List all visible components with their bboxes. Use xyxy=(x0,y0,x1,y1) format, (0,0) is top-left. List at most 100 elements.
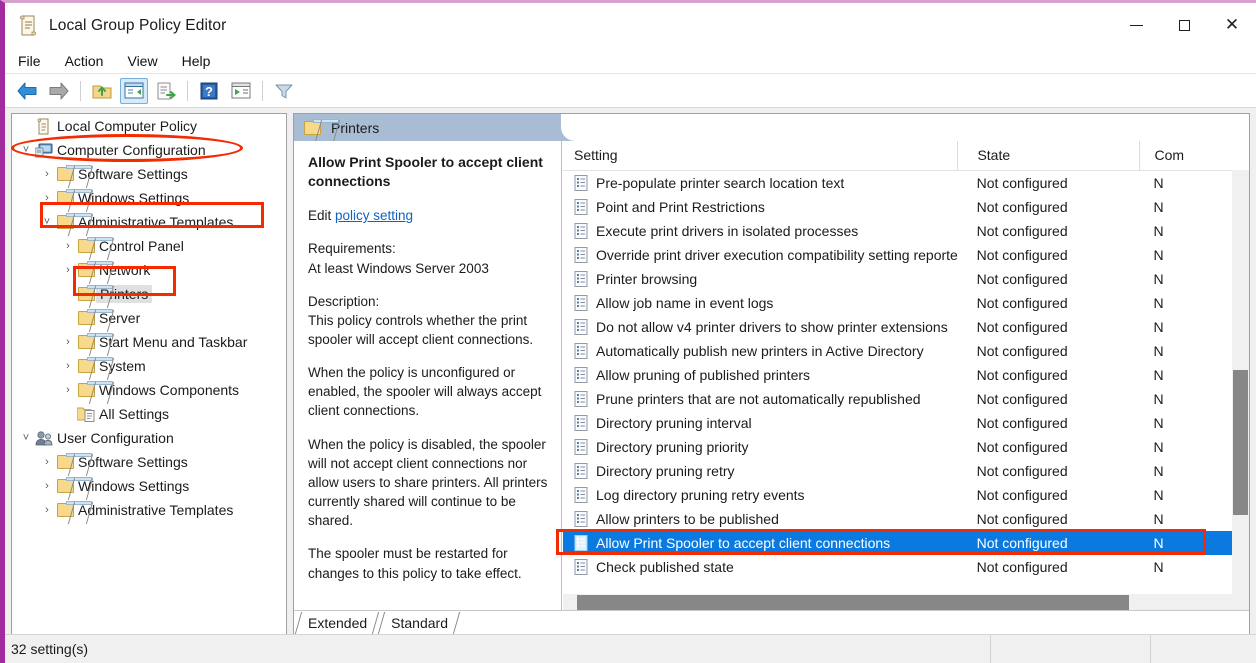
edit-policy-setting-link[interactable]: policy setting xyxy=(335,208,413,223)
chevron-right-icon[interactable]: › xyxy=(39,480,55,492)
policy-document-icon xyxy=(37,118,48,134)
chevron-right-icon[interactable]: › xyxy=(60,336,76,348)
tree-item-administrative-templates[interactable]: › Administrative Templates xyxy=(12,498,286,522)
policy-setting-icon xyxy=(574,439,588,455)
maximize-icon xyxy=(1178,20,1190,31)
results-header: Printers xyxy=(294,114,1249,141)
policy-setting-icon xyxy=(574,439,589,455)
chevron-down-icon[interactable]: ˅ xyxy=(18,432,34,444)
table-row[interactable]: Allow pruning of published printers Not c… xyxy=(563,363,1249,387)
chevron-right-icon[interactable]: › xyxy=(39,456,55,468)
tree-item-user-configuration[interactable]: ˅ User Configuration xyxy=(12,426,286,450)
table-row[interactable]: Do not allow v4 printer drivers to show … xyxy=(563,315,1249,339)
filter-button[interactable] xyxy=(270,78,298,104)
tree-item-network[interactable]: › Network xyxy=(12,258,286,282)
chevron-right-icon[interactable]: › xyxy=(39,192,55,204)
toolbar-separator-2 xyxy=(187,80,188,101)
table-row[interactable]: Printer browsing Not configured N xyxy=(563,267,1249,291)
setting-name: Allow printers to be published xyxy=(596,511,779,527)
chevron-down-icon[interactable]: ˅ xyxy=(18,144,34,156)
table-row[interactable]: Log directory pruning retry events Not co… xyxy=(563,483,1249,507)
cell-state: Not configured xyxy=(976,535,1068,551)
column-header-state[interactable]: State xyxy=(957,141,1139,170)
menu-help[interactable]: Help xyxy=(171,51,222,71)
policy-setting-icon xyxy=(574,319,589,335)
table-row[interactable]: Allow Print Spooler to accept client con… xyxy=(563,531,1249,555)
tree-item-all-settings[interactable]: All Settings xyxy=(12,402,286,426)
table-row[interactable]: Prune printers that are not automaticall… xyxy=(563,387,1249,411)
cell-state: Not configured xyxy=(976,463,1068,479)
vertical-scrollbar[interactable] xyxy=(1232,170,1249,610)
description-block: Description: This policy controls whethe… xyxy=(308,292,549,349)
table-row[interactable]: Allow job name in event logs Not configur… xyxy=(563,291,1249,315)
table-row[interactable]: Execute print drivers in isolated proces… xyxy=(563,219,1249,243)
group-policy-editor-window: Local Group Policy Editor ✕ File Action … xyxy=(0,0,1256,663)
menu-file[interactable]: File xyxy=(7,51,52,71)
table-row[interactable]: Automatically publish new printers in Ac… xyxy=(563,339,1249,363)
table-row[interactable]: Override print driver execution compatib… xyxy=(563,243,1249,267)
up-one-level-button[interactable] xyxy=(88,78,116,104)
tree-item-server[interactable]: Server xyxy=(12,306,286,330)
policy-setting-icon xyxy=(574,247,589,263)
chevron-right-icon[interactable]: › xyxy=(60,240,76,252)
horizontal-scrollbar[interactable] xyxy=(563,594,1249,611)
table-row[interactable]: Pre-populate printer search location tex… xyxy=(563,171,1249,195)
console-tree-pane[interactable]: Local Computer Policy ˅ Computer Configura… xyxy=(11,113,287,635)
chevron-right-icon[interactable]: › xyxy=(60,360,76,372)
table-row[interactable]: Directory pruning interval Not configured… xyxy=(563,411,1249,435)
computer-icon xyxy=(34,142,54,158)
tab-extended[interactable]: Extended xyxy=(294,612,377,634)
horizontal-scrollbar-thumb[interactable] xyxy=(577,595,1129,610)
cell-state: Not configured xyxy=(976,511,1068,527)
tree-item-administrative-templates[interactable]: ˅ Administrative Templates xyxy=(12,210,286,234)
tree-item-computer-configuration[interactable]: ˅ Computer Configuration xyxy=(12,138,286,162)
menu-action[interactable]: Action xyxy=(54,51,115,71)
export-list-button[interactable] xyxy=(152,78,180,104)
tree-item-start-menu-and-taskbar[interactable]: › Start Menu and Taskbar xyxy=(12,330,286,354)
vertical-scrollbar-thumb[interactable] xyxy=(1233,370,1248,515)
tree-item-windows-settings[interactable]: › Windows Settings xyxy=(12,474,286,498)
chevron-right-icon[interactable]: › xyxy=(60,264,76,276)
table-row[interactable]: Point and Print Restrictions Not configur… xyxy=(563,195,1249,219)
chevron-down-icon[interactable]: ˅ xyxy=(39,216,55,228)
table-row[interactable]: Directory pruning retry Not configured N xyxy=(563,459,1249,483)
tree-item-windows-settings[interactable]: › Windows Settings xyxy=(12,186,286,210)
chevron-right-icon[interactable]: › xyxy=(60,384,76,396)
folder-icon xyxy=(77,381,113,397)
cell-setting: Point and Print Restrictions xyxy=(563,199,958,215)
show-hide-console-tree-button[interactable] xyxy=(120,77,148,104)
tree-item-local-computer-policy[interactable]: Local Computer Policy xyxy=(12,114,286,138)
column-header-setting[interactable]: Setting xyxy=(563,141,957,170)
policy-setting-icon xyxy=(574,463,589,479)
maximize-button[interactable] xyxy=(1160,3,1208,48)
table-row[interactable]: Directory pruning priority Not configured… xyxy=(563,435,1249,459)
minimize-button[interactable] xyxy=(1112,3,1160,48)
description-paragraph-3: The spooler must be restarted for change… xyxy=(308,546,522,581)
cell-setting: Directory pruning priority xyxy=(563,439,958,455)
tree-item-system[interactable]: › System xyxy=(12,354,286,378)
cell-state: Not configured xyxy=(976,391,1068,407)
close-button[interactable]: ✕ xyxy=(1208,3,1256,48)
menu-view[interactable]: View xyxy=(116,51,168,71)
policy-setting-icon xyxy=(574,295,588,311)
tab-standard[interactable]: Standard xyxy=(377,612,458,634)
help-button[interactable]: ? xyxy=(195,78,223,104)
tree-item-software-settings[interactable]: › Software Settings xyxy=(12,162,286,186)
tree-item-control-panel[interactable]: › Control Panel xyxy=(12,234,286,258)
tree-item-windows-components[interactable]: › Windows Components xyxy=(12,378,286,402)
policy-setting-icon xyxy=(574,535,588,551)
tree-item-software-settings[interactable]: › Software Settings xyxy=(12,450,286,474)
title-bar: Local Group Policy Editor ✕ xyxy=(5,3,1256,48)
properties-button[interactable] xyxy=(227,78,255,104)
table-row[interactable]: Check published state Not configured N xyxy=(563,555,1249,579)
back-button[interactable] xyxy=(13,78,41,104)
column-header-comment[interactable]: Com xyxy=(1139,141,1249,170)
chevron-right-icon[interactable]: › xyxy=(39,504,55,516)
policy-setting-icon xyxy=(574,343,588,359)
chevron-right-icon[interactable]: › xyxy=(39,168,55,180)
table-row[interactable]: Allow printers to be published Not config… xyxy=(563,507,1249,531)
tree-item-printers[interactable]: Printers xyxy=(12,282,286,306)
forward-button[interactable] xyxy=(45,78,73,104)
cell-state: Not configured xyxy=(976,319,1068,335)
setting-name: Pre-populate printer search location tex… xyxy=(596,175,845,191)
